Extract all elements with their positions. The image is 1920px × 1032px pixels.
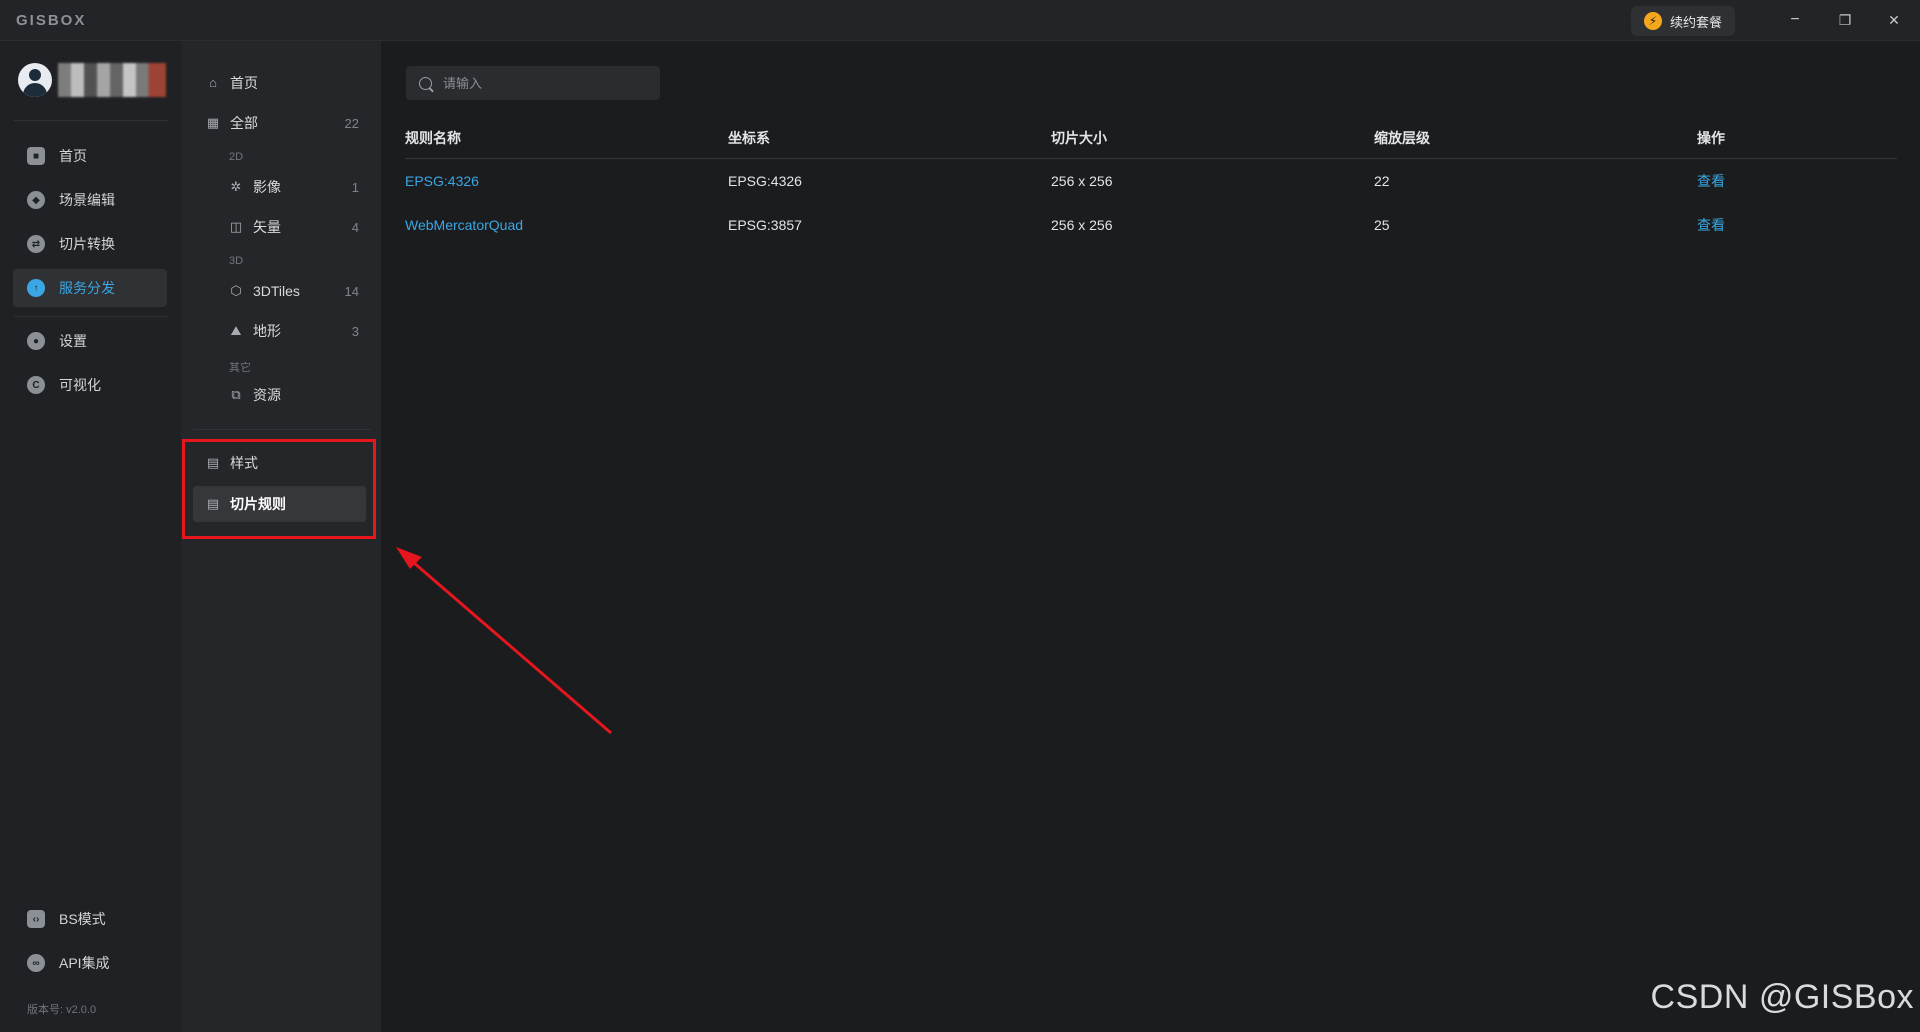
- lightning-icon: ⚡: [1643, 12, 1662, 30]
- subnav-item-vector[interactable]: ◫ 矢量 4: [193, 209, 371, 245]
- subnav-item-label: 首页: [230, 75, 258, 91]
- sidebar-item-label: API集成: [59, 955, 110, 971]
- sidebar-item-label: 场景编辑: [59, 192, 115, 208]
- avatar[interactable]: [18, 63, 52, 97]
- subnav-item-label: 矢量: [253, 219, 281, 235]
- view-link[interactable]: 查看: [1697, 217, 1725, 233]
- view-link[interactable]: 查看: [1697, 173, 1725, 189]
- subnav-item-label: 资源: [253, 387, 281, 403]
- arrow-shaft: [405, 554, 612, 735]
- tile-rules-table: 规则名称 坐标系 切片大小 缩放层级 操作 EPSG:4326 EPSG:432…: [405, 118, 1897, 247]
- tile-size-cell: 256 x 256: [1051, 173, 1113, 189]
- column-header-crs: 坐标系: [728, 130, 770, 146]
- sidebar-item-label: 首页: [59, 148, 87, 164]
- sidebar-item-label: BS模式: [59, 911, 106, 927]
- group-label-other: 其它: [229, 362, 251, 374]
- column-header-action: 操作: [1697, 130, 1725, 146]
- resource-icon: ⧉: [231, 387, 241, 402]
- settings-icon: ●: [27, 332, 45, 350]
- annotation-highlight-box: [182, 439, 376, 539]
- table-row: WebMercatorQuad EPSG:3857 256 x 256 25 查…: [405, 203, 1897, 247]
- home-icon: ⌂: [209, 75, 217, 90]
- subnav-item-resources[interactable]: ⧉ 资源: [193, 377, 371, 413]
- count-badge: 14: [344, 283, 359, 299]
- subnav-item-terrain[interactable]: ⛰ 地形 3: [193, 313, 371, 349]
- sidebar-item-api-integration[interactable]: ∞ API集成: [13, 944, 167, 982]
- subnav-item-label: 影像: [253, 179, 281, 195]
- rule-name-link[interactable]: WebMercatorQuad: [405, 217, 523, 233]
- zoom-level-cell: 25: [1374, 217, 1390, 233]
- search-box[interactable]: [406, 66, 660, 100]
- column-header-zoom: 缩放层级: [1374, 130, 1430, 146]
- sidebar-divider: [14, 316, 168, 317]
- count-badge: 22: [344, 115, 359, 131]
- vector-icon: ◫: [229, 219, 243, 234]
- sidebar-divider: [14, 120, 168, 121]
- table-header: 规则名称 坐标系 切片大小 缩放层级 操作: [405, 118, 1897, 159]
- restore-button[interactable]: ❐: [1831, 8, 1859, 32]
- app-logo: GISBOX: [16, 12, 87, 29]
- tile-convert-icon: ⇄: [27, 235, 45, 253]
- home-icon: ■: [27, 147, 45, 165]
- imagery-icon: ✲: [230, 179, 242, 194]
- group-label-3d: 3D: [229, 255, 244, 267]
- group-label-2d: 2D: [229, 151, 244, 163]
- minimize-button[interactable]: −: [1781, 8, 1809, 32]
- sidebar-item-service-publish[interactable]: ↑ 服务分发: [13, 269, 167, 307]
- crs-cell: EPSG:4326: [728, 173, 802, 189]
- subnav-divider: [193, 429, 371, 430]
- grid-icon: ▦: [206, 115, 220, 130]
- count-badge: 1: [351, 179, 359, 195]
- title-bar: GISBOX ⚡ 续约套餐 − ❐ ✕: [0, 0, 1920, 41]
- arrow-head: [396, 547, 422, 569]
- user-profile[interactable]: [18, 63, 166, 97]
- sidebar-item-bs-mode[interactable]: ‹› BS模式: [13, 900, 167, 938]
- sidebar-item-label: 可视化: [59, 377, 101, 393]
- subnav-item-label: 全部: [230, 115, 258, 131]
- sidebar-item-settings[interactable]: ● 设置: [13, 322, 167, 360]
- renew-package-button[interactable]: ⚡ 续约套餐: [1631, 6, 1735, 36]
- service-publish-icon: ↑: [27, 279, 45, 297]
- cube-icon: ⬡: [230, 283, 242, 298]
- rule-name-link[interactable]: EPSG:4326: [405, 173, 479, 189]
- search-icon: [419, 76, 432, 90]
- sidebar-item-tile-convert[interactable]: ⇄ 切片转换: [13, 225, 167, 263]
- bs-mode-icon: ‹›: [27, 910, 45, 928]
- sidebar-item-label: 切片转换: [59, 236, 115, 252]
- sidebar-item-scene-edit[interactable]: ◆ 场景编辑: [13, 181, 167, 219]
- version-label: 版本号: v2.0.0: [27, 1004, 97, 1016]
- column-header-tile-size: 切片大小: [1051, 130, 1107, 146]
- sidebar-item-label: 服务分发: [59, 280, 115, 296]
- tile-size-cell: 256 x 256: [1051, 217, 1113, 233]
- scene-edit-icon: ◆: [27, 191, 45, 209]
- sidebar-item-visualization[interactable]: C 可视化: [13, 366, 167, 404]
- zoom-level-cell: 22: [1374, 173, 1390, 189]
- column-header-name: 规则名称: [405, 130, 461, 146]
- sidebar-item-home[interactable]: ■ 首页: [13, 137, 167, 175]
- main-sidebar: ■ 首页 ◆ 场景编辑 ⇄ 切片转换 ↑ 服务分发 ● 设置 C 可视化 ‹› …: [0, 41, 181, 1032]
- count-badge: 4: [351, 219, 359, 235]
- table-row: EPSG:4326 EPSG:4326 256 x 256 22 查看: [405, 159, 1897, 203]
- crs-cell: EPSG:3857: [728, 217, 802, 233]
- subnav-item-all[interactable]: ▦ 全部 22: [193, 105, 371, 141]
- subnav-item-label: 地形: [253, 323, 281, 339]
- subnav-item-home[interactable]: ⌂ 首页: [193, 65, 371, 101]
- search-input[interactable]: [441, 74, 645, 92]
- api-integration-icon: ∞: [27, 954, 45, 972]
- close-button[interactable]: ✕: [1880, 8, 1908, 32]
- subnav-item-label: 3DTiles: [253, 283, 300, 299]
- watermark: CSDN @GISBox: [1650, 978, 1914, 1016]
- terrain-icon: ⛰: [230, 323, 242, 338]
- username-blurred: [58, 63, 166, 97]
- count-badge: 3: [351, 323, 359, 339]
- subnav-item-3dtiles[interactable]: ⬡ 3DTiles 14: [193, 273, 371, 309]
- subnav-item-imagery[interactable]: ✲ 影像 1: [193, 169, 371, 205]
- sidebar-item-label: 设置: [59, 333, 87, 349]
- visualization-icon: C: [27, 376, 45, 394]
- renew-package-label: 续约套餐: [1669, 14, 1722, 30]
